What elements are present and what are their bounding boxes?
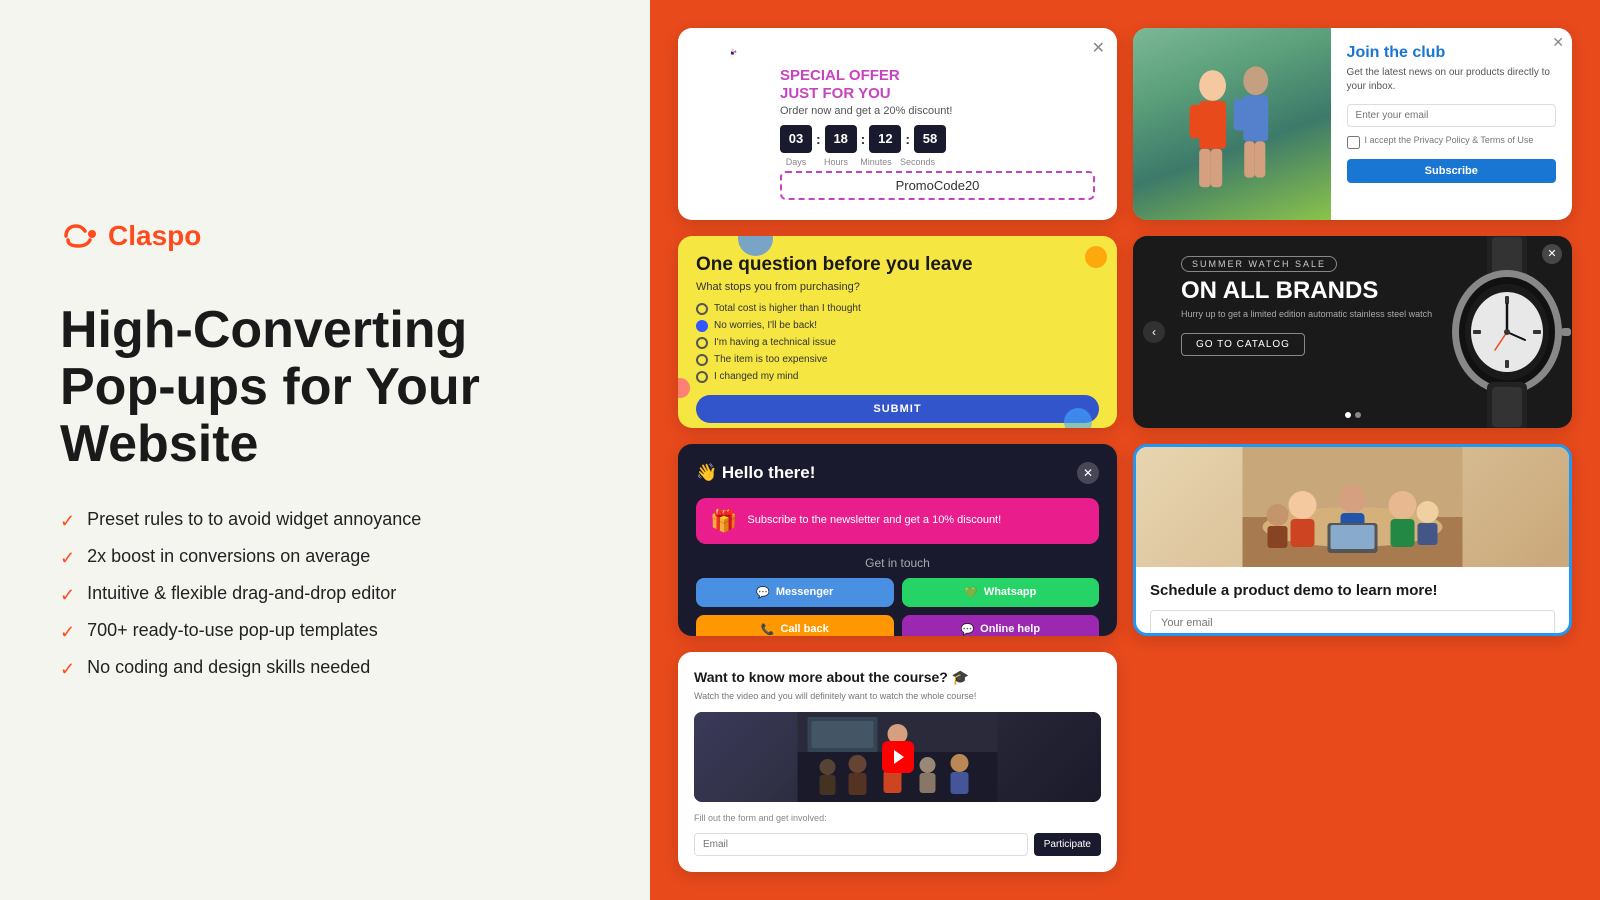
newsletter-promo: 🎁 Subscribe to the newsletter and get a …	[696, 498, 1099, 544]
callback-button[interactable]: 📞 Call back	[696, 615, 894, 636]
feature-item-1: ✓ Preset rules to to avoid widget annoya…	[60, 509, 590, 532]
popup-schedule-demo: Schedule a product demo to learn more! d…	[1133, 444, 1572, 636]
subscribe-button[interactable]: Subscribe	[1347, 159, 1556, 183]
logo-icon	[60, 222, 98, 250]
check-icon-4: ✓	[60, 622, 75, 643]
left-panel: Claspo High-Converting Pop-ups for Your …	[0, 0, 650, 900]
option-3[interactable]: I'm having a technical issue	[696, 337, 1099, 349]
dot-2	[1355, 412, 1361, 418]
option-4[interactable]: The item is too expensive	[696, 354, 1099, 366]
countdown-hours: 18	[825, 125, 857, 153]
meeting-illustration	[1136, 447, 1569, 567]
join-club-subtitle: Get the latest news on our products dire…	[1347, 66, 1556, 94]
check-icon-1: ✓	[60, 511, 75, 532]
right-panel: ✕ SPECIAL OFFERJUST FOR YOU Order now an…	[650, 0, 1600, 900]
check-icon-2: ✓	[60, 548, 75, 569]
feature-item-3: ✓ Intuitive & flexible drag-and-drop edi…	[60, 583, 590, 606]
dot-1	[1345, 412, 1351, 418]
watch-sale-badge: SUMMER WATCH SALE	[1181, 256, 1337, 272]
join-club-image	[1133, 28, 1331, 220]
question-subtitle: What stops you from purchasing?	[696, 281, 1099, 293]
prev-arrow[interactable]: ‹	[1143, 321, 1165, 343]
schedule-image	[1136, 447, 1569, 567]
messenger-button[interactable]: 💬 Messenger	[696, 578, 894, 607]
course-title: Want to know more about the course? 🎓	[694, 668, 1101, 686]
logo: Claspo	[60, 220, 590, 252]
get-in-touch-label: Get in touch	[696, 556, 1099, 570]
logo-text: Claspo	[108, 220, 201, 252]
survey-options: Total cost is higher than I thought No w…	[696, 303, 1099, 383]
newsletter-text: Subscribe to the newsletter and get a 10…	[747, 513, 1001, 528]
privacy-checkbox[interactable]	[1347, 136, 1360, 149]
play-icon	[894, 750, 904, 764]
countdown-seconds: 58	[914, 125, 946, 153]
messenger-icon: 💬	[756, 586, 770, 599]
feature-item-5: ✓ No coding and design skills needed	[60, 657, 590, 680]
close-button[interactable]: ✕	[1077, 462, 1099, 484]
countdown-minutes: 12	[869, 125, 901, 153]
special-offer-subtitle: Order now and get a 20% discount!	[780, 105, 1095, 117]
promo-code-input[interactable]	[780, 171, 1095, 200]
main-headline: High-Converting Pop-ups for Your Website	[60, 302, 590, 474]
popup-one-question: One question before you leave What stops…	[678, 236, 1117, 428]
popup-special-offer: ✕ SPECIAL OFFERJUST FOR YOU Order now an…	[678, 28, 1117, 220]
features-list: ✓ Preset rules to to avoid widget annoya…	[60, 509, 590, 680]
course-signup-form: Participate	[694, 833, 1101, 856]
online-help-button[interactable]: 💬 Online help	[902, 615, 1100, 636]
course-video	[694, 712, 1101, 802]
carousel-dots	[1345, 412, 1361, 418]
catalog-button[interactable]: GO TO CATALOG	[1181, 333, 1305, 356]
submit-button[interactable]: SUBMIT	[696, 395, 1099, 423]
whatsapp-icon: 💚	[964, 586, 978, 599]
check-icon-3: ✓	[60, 585, 75, 606]
watch-illustration	[1427, 236, 1572, 428]
person-illustration	[700, 48, 765, 59]
privacy-text: I accept the Privacy Policy & Terms of U…	[1365, 135, 1534, 145]
countdown-timer: 03 : 18 : 12 : 58	[780, 125, 1095, 153]
contact-buttons-grid: 💬 Messenger 💚 Whatsapp 📞 Call back 💬 Onl…	[696, 578, 1099, 636]
popup-watch-sale: ✕ ‹ SUMMER WATCH SALE ON ALL BRANDS Hurr…	[1133, 236, 1572, 428]
phone-icon: 📞	[761, 623, 775, 636]
schedule-title: Schedule a product demo to learn more!	[1150, 581, 1555, 601]
course-fill-form-text: Fill out the form and get involved:	[694, 812, 1101, 825]
option-1[interactable]: Total cost is higher than I thought	[696, 303, 1099, 315]
popup-course: Want to know more about the course? 🎓 Wa…	[678, 652, 1117, 872]
whatsapp-button[interactable]: 💚 Whatsapp	[902, 578, 1100, 607]
check-icon-5: ✓	[60, 659, 75, 680]
gift-icon: 🎁	[710, 508, 737, 534]
special-offer-title: SPECIAL OFFERJUST FOR YOU	[780, 67, 1095, 103]
chat-icon: 💬	[960, 623, 974, 636]
feature-item-2: ✓ 2x boost in conversions on average	[60, 546, 590, 569]
play-button[interactable]	[882, 741, 914, 773]
course-email-input[interactable]	[694, 833, 1028, 856]
hello-title: 👋 Hello there!	[696, 463, 815, 483]
course-subtitle: Watch the video and you will definitely …	[694, 690, 1101, 703]
close-button[interactable]: ✕	[1092, 38, 1105, 58]
question-title: One question before you leave	[696, 254, 1099, 277]
schedule-email-input[interactable]	[1150, 610, 1555, 635]
popup-hello: 👋 Hello there! ✕ 🎁 Subscribe to the news…	[678, 444, 1117, 636]
join-club-title: Join the club	[1347, 44, 1556, 62]
popup-join-club: ✕ Join the club Get the latest news on o…	[1133, 28, 1572, 220]
close-button[interactable]: ✕	[1552, 34, 1564, 51]
option-5[interactable]: I changed my mind	[696, 371, 1099, 383]
option-2[interactable]: No worries, I'll be back!	[696, 320, 1099, 332]
countdown-days: 03	[780, 125, 812, 153]
join-email-input[interactable]	[1347, 104, 1556, 127]
participate-button[interactable]: Participate	[1034, 833, 1101, 856]
countdown-labels: Days Hours Minutes Seconds	[780, 157, 1095, 167]
feature-item-4: ✓ 700+ ready-to-use pop-up templates	[60, 620, 590, 643]
